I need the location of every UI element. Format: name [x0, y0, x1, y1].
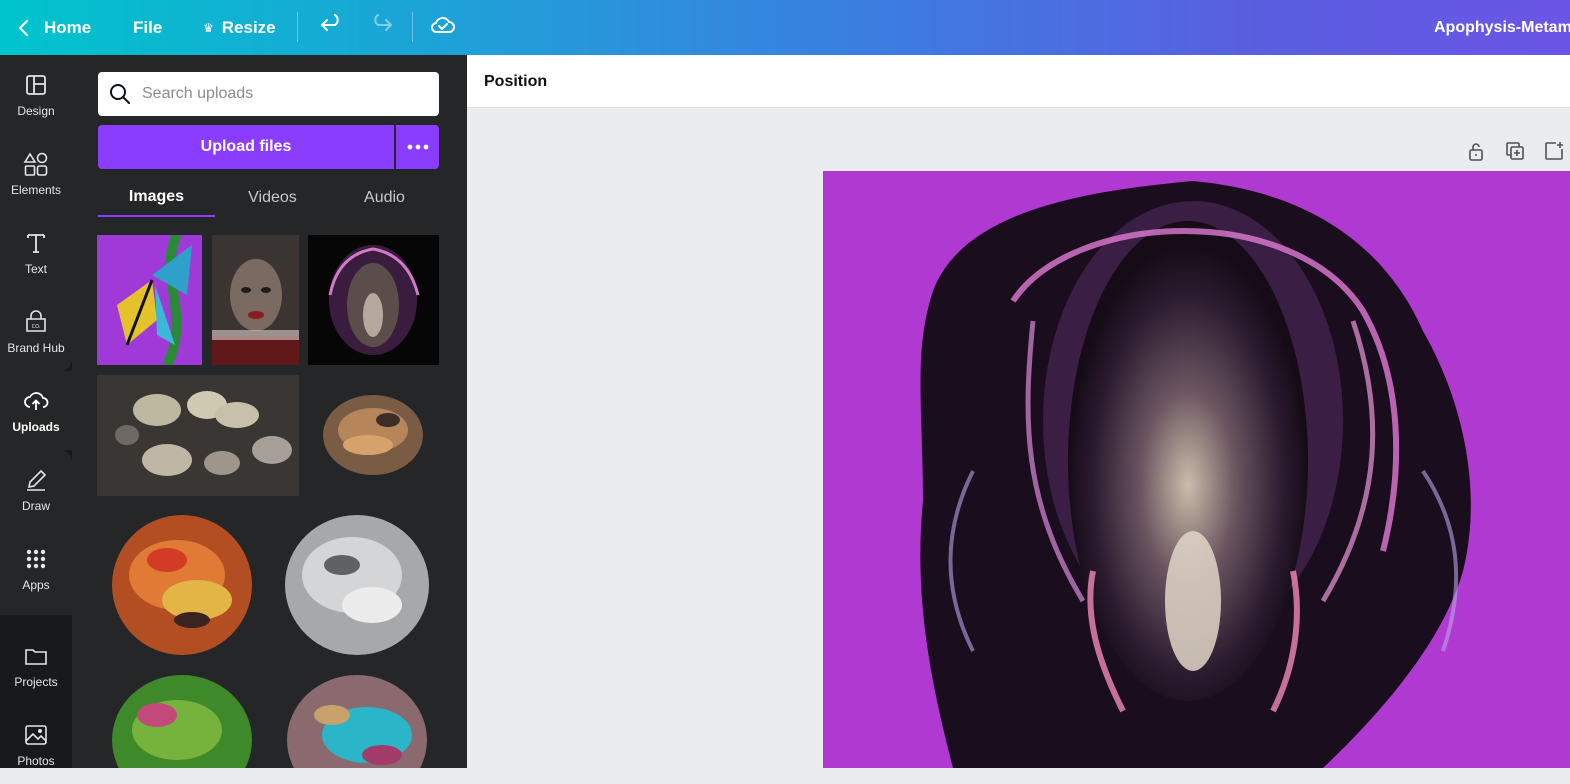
home-label: Home	[44, 17, 92, 37]
resize-label: Resize	[221, 17, 276, 37]
fractal-head-image	[308, 235, 439, 365]
undo-icon[interactable]	[316, 11, 344, 39]
tab-images[interactable]: Images	[98, 179, 215, 217]
rail-item-draw[interactable]: Draw	[0, 450, 72, 529]
search-input[interactable]	[142, 85, 422, 103]
rail-item-label: Photos	[17, 753, 55, 768]
text-icon	[27, 233, 45, 253]
position-button[interactable]: Position	[484, 55, 547, 108]
duplicate-page-icon[interactable]	[1503, 139, 1527, 163]
design-layout-icon	[26, 74, 46, 95]
rail-item-label: Design	[17, 103, 55, 118]
green-swirl-image	[97, 670, 262, 768]
chevron-left-icon	[18, 19, 28, 36]
upload-thumbnail[interactable]	[212, 235, 299, 365]
redo-icon[interactable]	[367, 11, 395, 39]
rail-item-label: Draw	[21, 498, 50, 513]
rail-item-label: Brand Hub	[7, 340, 65, 355]
draw-pen-icon	[27, 469, 47, 491]
search-box[interactable]	[98, 72, 439, 116]
top-bar: Home File ♛ Resize Apophysis-Metam	[0, 0, 1570, 55]
upload-thumbnail[interactable]	[97, 235, 202, 365]
silver-swirl-image	[272, 505, 439, 665]
upload-thumbnail[interactable]	[97, 505, 262, 665]
upload-thumbnail[interactable]	[97, 375, 299, 496]
context-toolbar: Position	[467, 55, 1570, 108]
portrait-image	[212, 235, 299, 365]
rail-item-apps[interactable]: Apps	[0, 529, 72, 608]
crown-icon: ♛	[203, 20, 214, 35]
rail-item-label: Elements	[10, 182, 62, 197]
apps-grid-icon	[26, 549, 46, 568]
upload-thumbnail[interactable]	[272, 505, 439, 665]
tab-videos[interactable]: Videos	[215, 179, 330, 217]
more-dots-icon	[407, 144, 428, 150]
butterfly-image	[97, 235, 202, 365]
brand-hub-icon: CO.	[26, 309, 46, 332]
light-blobs-image	[97, 375, 299, 496]
cloud-upload-icon	[24, 391, 49, 410]
rail-item-label: Text	[24, 261, 47, 276]
upload-thumbnail[interactable]	[272, 670, 439, 768]
design-title[interactable]: Apophysis-Metam	[1434, 0, 1570, 55]
rail-item-text[interactable]: Text	[0, 213, 72, 292]
teal-swirl-image	[272, 670, 439, 768]
rail-item-label: Apps	[22, 577, 50, 592]
rail-item-label: Projects	[14, 674, 58, 689]
uploads-panel: Upload files Images Videos Audio	[72, 55, 467, 768]
design-page[interactable]	[823, 171, 1570, 768]
file-menu-button[interactable]: File	[133, 0, 162, 55]
fractal-artwork-image	[823, 171, 1570, 768]
lock-icon[interactable]	[1464, 139, 1488, 163]
photo-icon	[25, 724, 47, 745]
fire-swirl-image	[97, 505, 262, 665]
file-label: File	[133, 17, 163, 37]
home-button[interactable]: Home	[12, 0, 91, 55]
rail-item-projects[interactable]: Projects	[0, 626, 72, 705]
rail-item-brand-hub[interactable]: CO. Brand Hub	[0, 292, 72, 371]
tab-audio[interactable]: Audio	[330, 179, 439, 217]
resize-button[interactable]: ♛ Resize	[203, 0, 276, 55]
elements-shapes-icon	[23, 151, 48, 176]
left-rail: Design Elements Text CO. Brand Hub Uploa…	[0, 55, 72, 768]
upload-thumbnail[interactable]	[308, 235, 439, 365]
search-icon	[110, 84, 130, 104]
bronze-swirl-image	[308, 375, 439, 496]
upload-thumbnail[interactable]	[97, 670, 262, 768]
rail-item-label: Uploads	[12, 419, 60, 434]
rail-item-elements[interactable]: Elements	[0, 134, 72, 213]
svg-text:CO.: CO.	[32, 324, 41, 330]
add-page-icon[interactable]	[1542, 139, 1566, 163]
rail-item-design[interactable]: Design	[0, 55, 72, 134]
folder-icon	[25, 648, 47, 665]
media-tabs: Images Videos Audio	[98, 179, 439, 217]
upload-thumbnail[interactable]	[308, 375, 439, 496]
rail-item-uploads[interactable]: Uploads	[0, 371, 72, 450]
toolbar-divider	[412, 12, 413, 42]
toolbar-divider	[297, 12, 298, 42]
page-tools	[1464, 139, 1566, 163]
more-options-button[interactable]	[396, 125, 439, 169]
rail-item-photos[interactable]: Photos	[0, 705, 72, 784]
cloud-saved-icon[interactable]	[429, 11, 457, 39]
upload-files-button[interactable]: Upload files	[98, 125, 394, 169]
